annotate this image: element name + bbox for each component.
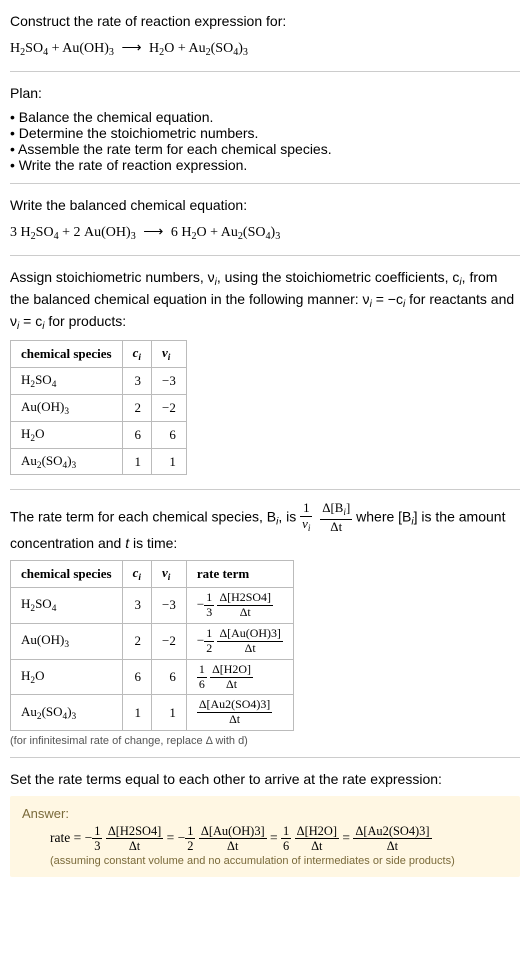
answer-section: Set the rate terms equal to each other t… <box>10 764 520 882</box>
frac-dBi-dt: Δ[Bi]Δt <box>320 502 352 534</box>
table-row: H2SO43−3 <box>11 368 187 395</box>
rateterm-intro: The rate term for each chemical species,… <box>10 502 520 554</box>
unbalanced-equation: H2SO4 + Au(OH)3 ⟶ H2O + Au2(SO4)3 <box>10 38 520 61</box>
answer-box: Answer: rate = −13 Δ[H2SO4]Δt = −12 Δ[Au… <box>10 796 520 877</box>
plan-item: Assemble the rate term for each chemical… <box>10 141 520 157</box>
frac-1-over-nui: 1νi <box>300 502 312 534</box>
prompt-section: Construct the rate of reaction expressio… <box>10 6 520 67</box>
table-row: Au2(SO4)311 <box>11 448 187 475</box>
h2o: H2O <box>181 225 206 240</box>
au2so43: Au2(SO4)3 <box>188 41 248 56</box>
rate-footnote: (for infinitesimal rate of change, repla… <box>10 735 520 747</box>
prompt-line: Construct the rate of reaction expressio… <box>10 12 520 32</box>
col-species: chemical species <box>11 341 123 368</box>
auoh3: Au(OH)3 <box>84 225 136 240</box>
balanced-equation: 3 H2SO4 + 2 Au(OH)3 ⟶ 6 H2O + Au2(SO4)3 <box>10 222 520 245</box>
col-nui: νi <box>152 341 187 368</box>
h2o: H2O <box>149 41 174 56</box>
h2so4: H2SO4 <box>10 41 48 56</box>
rateterm-section: The rate term for each chemical species,… <box>10 496 520 753</box>
balanced-section: Write the balanced chemical equation: 3 … <box>10 190 520 251</box>
stoich-section: Assign stoichiometric numbers, νi, using… <box>10 262 520 485</box>
plan-item: Determine the stoichiometric numbers. <box>10 125 520 141</box>
reaction-arrow-icon: ⟶ <box>139 222 167 244</box>
au2so43: Au2(SO4)3 <box>221 225 281 240</box>
answer-label: Answer: <box>22 806 508 821</box>
final-header: Set the rate terms equal to each other t… <box>10 770 520 790</box>
stoich-table: chemical species ci νi H2SO43−3 Au(OH)32… <box>10 340 187 475</box>
plan-section: Plan: Balance the chemical equation. Det… <box>10 78 520 180</box>
plan-list: Balance the chemical equation. Determine… <box>10 109 520 173</box>
table-row: Au(OH)3 2 −2 −12 Δ[Au(OH)3]Δt <box>11 623 294 659</box>
stoich-intro: Assign stoichiometric numbers, νi, using… <box>10 268 520 334</box>
balanced-header: Write the balanced chemical equation: <box>10 196 520 216</box>
answer-assumption: (assuming constant volume and no accumul… <box>22 855 508 867</box>
table-row: chemical species ci νi <box>11 341 187 368</box>
table-row: Au2(SO4)3 1 1 Δ[Au2(SO4)3]Δt <box>11 695 294 731</box>
divider <box>10 183 520 184</box>
plan-header: Plan: <box>10 84 520 104</box>
document-root: Construct the rate of reaction expressio… <box>0 0 530 883</box>
table-row: chemical species ci νi rate term <box>11 560 294 587</box>
table-row: H2O66 <box>11 421 187 448</box>
divider <box>10 71 520 72</box>
table-row: Au(OH)32−2 <box>11 395 187 422</box>
rate-table: chemical species ci νi rate term H2SO4 3… <box>10 560 294 731</box>
rate-expression: rate = −13 Δ[H2SO4]Δt = −12 Δ[Au(OH)3]Δt… <box>22 825 508 853</box>
reaction-arrow-icon: ⟶ <box>117 38 145 60</box>
h2so4: H2SO4 <box>21 225 59 240</box>
auoh3: Au(OH)3 <box>62 41 114 56</box>
divider <box>10 757 520 758</box>
divider <box>10 489 520 490</box>
divider <box>10 255 520 256</box>
table-row: H2O 6 6 16 Δ[H2O]Δt <box>11 659 294 695</box>
plan-item: Balance the chemical equation. <box>10 109 520 125</box>
plan-item: Write the rate of reaction expression. <box>10 157 520 173</box>
col-ci: ci <box>122 341 151 368</box>
table-row: H2SO4 3 −3 −13 Δ[H2SO4]Δt <box>11 587 294 623</box>
